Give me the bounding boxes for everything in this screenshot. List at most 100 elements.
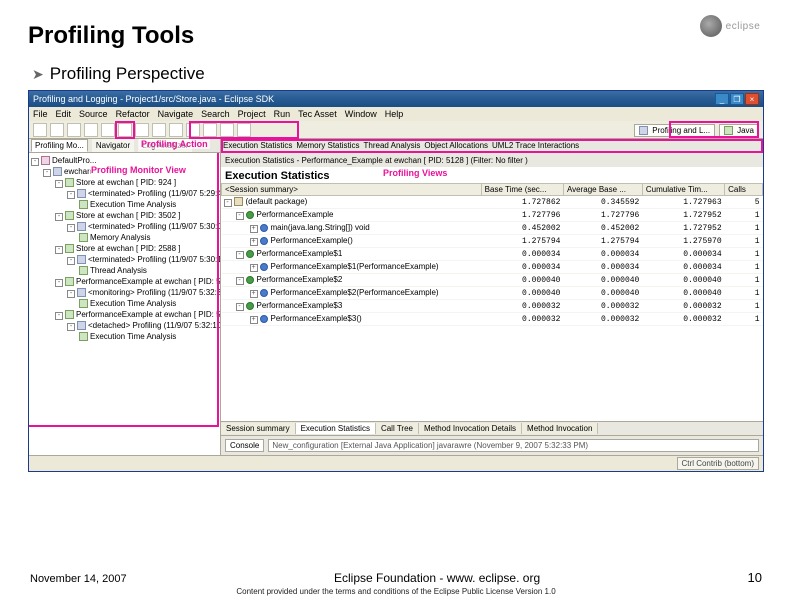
exec-stats-table-wrap: <Session summary> Base Time (sec... Aver… [221, 183, 763, 421]
tab-profiling-monitor[interactable]: Profiling Mo... [31, 139, 88, 152]
toolbar-new-icon[interactable] [33, 123, 47, 137]
tree-node: <terminated> Profiling (11/9/07 5:30:06 … [88, 222, 220, 231]
views-tabs: Execution Statistics Memory Statistics T… [221, 139, 763, 153]
menu-item[interactable]: Source [79, 109, 108, 119]
cls-icon [246, 211, 254, 219]
table-row[interactable]: +PerformanceExample$1(PerformanceExample… [222, 261, 763, 274]
menu-item[interactable]: File [33, 109, 48, 119]
mth-icon [260, 263, 268, 271]
status-trim: Ctrl Contrib (bottom) [677, 457, 759, 470]
process-icon [65, 277, 74, 286]
table-row[interactable]: -PerformanceExample$20.0000400.0000400.0… [222, 274, 763, 287]
tree-host: ewchan [64, 167, 92, 176]
stat-heading: Execution Statistics [221, 167, 763, 183]
console: Console New_configuration [External Java… [221, 435, 763, 455]
slide: eclipse Profiling Tools ➤ Profiling Pers… [0, 0, 792, 612]
table-row[interactable]: +PerformanceExample$3()0.0000320.0000320… [222, 313, 763, 326]
table-row[interactable]: +PerformanceExample()1.2757941.2757941.2… [222, 235, 763, 248]
tab-navigator[interactable]: Navigator [92, 139, 134, 152]
toolbar-openview-icon[interactable] [135, 123, 149, 137]
window-maximize-button[interactable]: ❐ [730, 93, 744, 105]
col-avgbase[interactable]: Average Base ... [563, 184, 642, 196]
main-area: Profiling Mo... Navigator Log Analyzer -… [29, 139, 763, 455]
table-row[interactable]: +PerformanceExample$2(PerformanceExample… [222, 287, 763, 300]
agent-icon [77, 288, 86, 297]
table-row[interactable]: -PerformanceExample$10.0000340.0000340.0… [222, 248, 763, 261]
tree-node: <terminated> Profiling (11/9/07 5:30:18 … [88, 255, 220, 264]
toolbar-nav-back-icon[interactable] [220, 123, 234, 137]
col-basetime[interactable]: Base Time (sec... [481, 184, 563, 196]
table-row[interactable]: -PerformanceExample$30.0000320.0000320.0… [222, 300, 763, 313]
menu-item[interactable]: Navigate [158, 109, 194, 119]
menu-item[interactable]: Run [274, 109, 291, 119]
stab-exec[interactable]: Execution Statistics [296, 423, 376, 434]
toolbar-print-icon[interactable] [67, 123, 81, 137]
eclipse-logo: eclipse [690, 12, 770, 40]
perspective-profiling-label: Profiling and L... [652, 126, 710, 135]
stab-method-inv[interactable]: Method Invocation [522, 423, 598, 434]
cls-icon [246, 302, 254, 310]
menu-item[interactable]: Search [201, 109, 230, 119]
toolbar: Profiling and L... Java Profiling Action… [29, 121, 763, 139]
menu-item[interactable]: Project [238, 109, 266, 119]
stab-calltree[interactable]: Call Tree [376, 423, 419, 434]
toolbar-debug-icon[interactable] [84, 123, 98, 137]
window-close-button[interactable]: × [745, 93, 759, 105]
tab-thread-analysis[interactable]: Thread Analysis [364, 141, 421, 150]
stat-subtitle: Execution Statistics - Performance_Examp… [221, 153, 763, 167]
cls-icon [246, 250, 254, 258]
table-row[interactable]: +main(java.lang.String[]) void0.4520020.… [222, 222, 763, 235]
analysis-icon [79, 200, 88, 209]
table-row[interactable]: -(default package)1.7278620.3455921.7279… [222, 196, 763, 209]
tree-node: Store at ewchan [ PID: 2588 ] [76, 244, 181, 253]
tree-node: PerformanceExample at ewchan [ PID: 5128… [76, 277, 220, 286]
tab-log-analyzer[interactable]: Log Analyzer [138, 139, 192, 152]
window-titlebar[interactable]: Profiling and Logging - Project1/src/Sto… [29, 91, 763, 107]
table-row[interactable]: -PerformanceExample1.7277961.7277961.727… [222, 209, 763, 222]
toolbar-misc-icon[interactable] [169, 123, 183, 137]
col-cumtime[interactable]: Cumulative Tim... [642, 184, 724, 196]
menu-item[interactable]: Help [385, 109, 404, 119]
tab-memory-stats[interactable]: Memory Statistics [296, 141, 359, 150]
toolbar-save-icon[interactable] [50, 123, 64, 137]
stab-session[interactable]: Session summary [221, 423, 296, 434]
toolbar-misc3-icon[interactable] [203, 123, 217, 137]
tab-object-alloc[interactable]: Object Allocations [424, 141, 488, 150]
profiling-monitor-tree[interactable]: -DefaultPro... Profiling Monitor View -e… [29, 153, 220, 455]
toolbar-run-icon[interactable] [101, 123, 115, 137]
toolbar-openview2-icon[interactable] [152, 123, 166, 137]
tree-node: Memory Analysis [90, 233, 150, 242]
left-tabs: Profiling Mo... Navigator Log Analyzer [29, 139, 220, 153]
menu-item[interactable]: Tec Asset [298, 109, 337, 119]
menu-item[interactable]: Window [345, 109, 377, 119]
toolbar-profile-icon[interactable] [118, 123, 132, 137]
menu-item[interactable]: Refactor [116, 109, 150, 119]
console-output: New_configuration [External Java Applica… [268, 439, 759, 452]
toolbar-misc2-icon[interactable] [186, 123, 200, 137]
mth-icon [260, 315, 268, 323]
cls-icon [246, 276, 254, 284]
perspective-profiling-button[interactable]: Profiling and L... [634, 124, 715, 137]
window-title: Profiling and Logging - Project1/src/Sto… [33, 94, 274, 104]
exec-stats-table[interactable]: <Session summary> Base Time (sec... Aver… [221, 183, 763, 326]
tree-node: <terminated> Profiling (11/9/07 5:29:40 … [88, 189, 220, 198]
window-minimize-button[interactable]: _ [715, 93, 729, 105]
tab-exec-stats[interactable]: Execution Statistics [223, 141, 292, 150]
analysis-icon [79, 332, 88, 341]
tree-root: DefaultPro... [52, 156, 96, 165]
tab-console[interactable]: Console [225, 439, 264, 452]
tree-node: <monitoring> Profiling (11/9/07 5:32:36 … [88, 288, 220, 297]
menu-item[interactable]: Edit [56, 109, 72, 119]
stab-method-details[interactable]: Method Invocation Details [419, 423, 522, 434]
process-icon [65, 178, 74, 187]
toolbar-nav-fwd-icon[interactable] [237, 123, 251, 137]
perspective-java-button[interactable]: Java [719, 124, 759, 137]
col-package[interactable]: <Session summary> [222, 184, 482, 196]
analysis-icon [79, 233, 88, 242]
slide-bullet: ➤ Profiling Perspective [32, 64, 764, 84]
process-icon [65, 310, 74, 319]
tab-uml2-trace[interactable]: UML2 Trace Interactions [492, 141, 579, 150]
tree-node: Store at ewchan [ PID: 924 ] [76, 178, 176, 187]
col-calls[interactable]: Calls [725, 184, 763, 196]
footer-center: Eclipse Foundation - www. eclipse. org [127, 571, 748, 585]
